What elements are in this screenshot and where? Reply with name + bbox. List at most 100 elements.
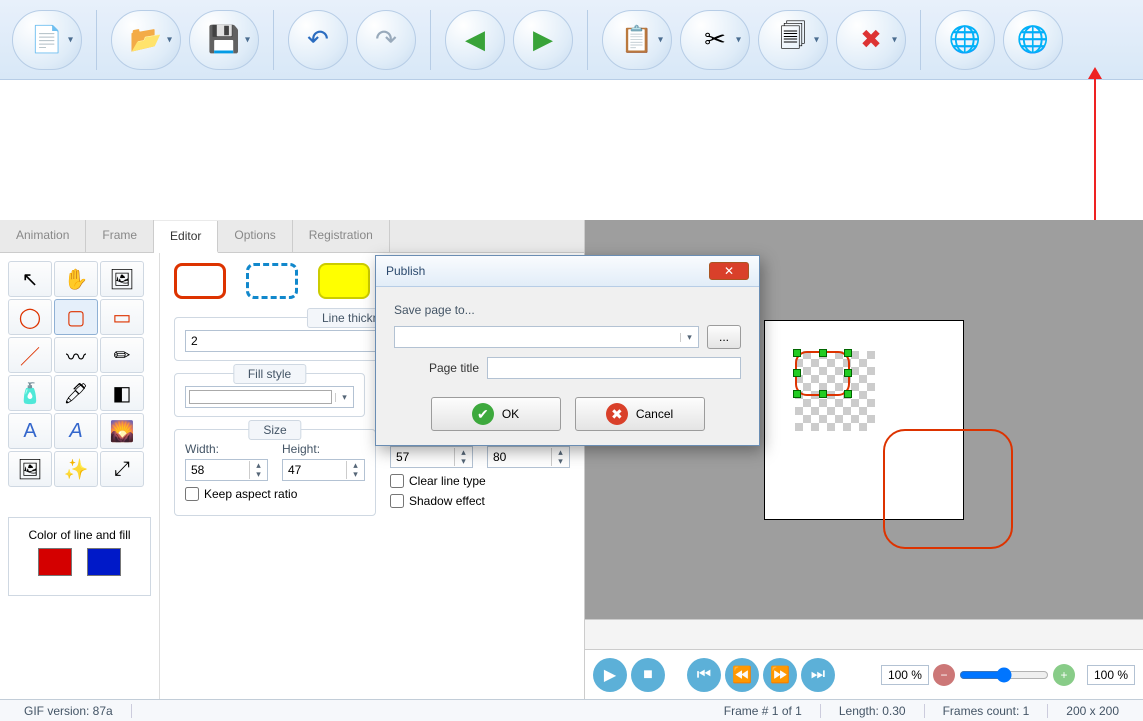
curve-tool[interactable]: 〰 xyxy=(54,337,98,373)
effects-tool[interactable]: ✨ xyxy=(54,451,98,487)
crop-tool[interactable]: ⤢ xyxy=(100,451,144,487)
line-color-swatch[interactable] xyxy=(38,548,72,576)
fill-color-swatch[interactable] xyxy=(87,548,121,576)
zoom-slider[interactable] xyxy=(959,667,1049,683)
spinner-icon[interactable]: ▴▾ xyxy=(454,448,472,466)
fill-style-select[interactable]: ▾ xyxy=(185,386,354,408)
new-file-icon: 📄 xyxy=(31,24,63,55)
ellipse-outline-tool[interactable]: ◯ xyxy=(8,299,52,335)
drawn-shape[interactable] xyxy=(883,429,1013,549)
resize-handle[interactable] xyxy=(819,390,827,398)
pen-tool[interactable]: 🖊 xyxy=(54,375,98,411)
tab-options[interactable]: Options xyxy=(218,220,292,252)
cut-icon: ✂ xyxy=(704,24,726,55)
rect-outline-tool[interactable]: ▭ xyxy=(100,299,144,335)
tab-animation[interactable]: Animation xyxy=(0,220,86,252)
check-icon: ✔ xyxy=(472,403,494,425)
save-file-button[interactable]: 💾▾ xyxy=(189,10,259,70)
forward-button[interactable]: ▶ xyxy=(513,10,573,70)
play-button[interactable]: ▶ xyxy=(593,658,627,692)
cancel-icon: ✖ xyxy=(606,403,628,425)
height-input[interactable]: ▴▾ xyxy=(282,459,365,481)
line-tool[interactable]: ／ xyxy=(8,337,52,373)
dialog-title: Publish xyxy=(386,264,425,278)
next-frame-button[interactable]: ⏩ xyxy=(763,658,797,692)
paste-icon: 📋 xyxy=(621,24,653,55)
zoom-in-button[interactable]: + xyxy=(1053,664,1075,686)
width-input[interactable]: ▴▾ xyxy=(185,459,268,481)
status-dimensions: 200 x 200 xyxy=(1048,704,1137,718)
save-to-label: Save page to... xyxy=(394,303,741,317)
resize-handle[interactable] xyxy=(819,349,827,357)
zoom-out-button[interactable]: − xyxy=(933,664,955,686)
spinner-icon[interactable]: ▴▾ xyxy=(551,448,569,466)
resize-handle[interactable] xyxy=(844,349,852,357)
redo-button[interactable]: ↷ xyxy=(356,10,416,70)
image-tool[interactable]: 🖼 xyxy=(100,261,144,297)
close-icon: ✕ xyxy=(724,264,734,278)
spinner-icon[interactable]: ▴▾ xyxy=(346,461,364,479)
posy-input[interactable]: ▴▾ xyxy=(487,446,570,468)
posx-input[interactable]: ▴▾ xyxy=(390,446,473,468)
color-panel-label: Color of line and fill xyxy=(19,528,140,542)
playback-controls: ▶ ■ ⏮ ⏪ ⏩ ⏭ 100 % − + 100 % xyxy=(585,649,1143,699)
pencil-tool[interactable]: ✏ xyxy=(100,337,144,373)
page-title-input[interactable] xyxy=(487,357,741,379)
clear-line-checkbox[interactable]: Clear line type xyxy=(390,474,570,488)
shape-filled-preview[interactable] xyxy=(318,263,370,299)
browse-button[interactable]: ... xyxy=(707,325,741,349)
fill-tool[interactable]: 🧴 xyxy=(8,375,52,411)
add-image-tool[interactable]: 🖼 xyxy=(8,451,52,487)
canvas-frame[interactable] xyxy=(764,320,964,520)
resize-handle[interactable] xyxy=(793,390,801,398)
open-file-button[interactable]: 📂▾ xyxy=(111,10,181,70)
rounded-rect-tool[interactable]: ▢ xyxy=(54,299,98,335)
select-tool[interactable]: ↖ xyxy=(8,261,52,297)
copy-button[interactable]: 🗐▾ xyxy=(758,10,828,70)
back-button[interactable]: ◀ xyxy=(445,10,505,70)
shape-dashed-preview[interactable] xyxy=(246,263,298,299)
delete-button[interactable]: ✖▾ xyxy=(836,10,906,70)
save-path-select[interactable]: ▾ xyxy=(394,326,699,348)
ok-button[interactable]: ✔ OK xyxy=(431,397,561,431)
first-frame-button[interactable]: ⏮ xyxy=(687,658,721,692)
width-label: Width: xyxy=(185,442,268,456)
tab-editor[interactable]: Editor xyxy=(154,221,218,253)
styled-text-tool[interactable]: A xyxy=(54,413,98,449)
undo-button[interactable]: ↶ xyxy=(288,10,348,70)
resize-handle[interactable] xyxy=(844,369,852,377)
dialog-close-button[interactable]: ✕ xyxy=(709,262,749,280)
separator xyxy=(587,10,588,70)
keep-ratio-checkbox[interactable]: Keep aspect ratio xyxy=(185,487,365,501)
dialog-titlebar[interactable]: Publish ✕ xyxy=(376,256,759,287)
pan-tool[interactable]: ✋ xyxy=(54,261,98,297)
new-file-button[interactable]: 📄▾ xyxy=(12,10,82,70)
text-box-tool[interactable]: A xyxy=(8,413,52,449)
chevron-down-icon: ▾ xyxy=(245,34,250,45)
scenery-tool[interactable]: 🌄 xyxy=(100,413,144,449)
preview-web-button[interactable]: 🌐 xyxy=(935,10,995,70)
tab-registration[interactable]: Registration xyxy=(293,220,390,252)
separator xyxy=(920,10,921,70)
publish-web-button[interactable]: 🌐 xyxy=(1003,10,1063,70)
timeline[interactable] xyxy=(585,619,1143,649)
cut-button[interactable]: ✂▾ xyxy=(680,10,750,70)
stop-button[interactable]: ■ xyxy=(631,658,665,692)
resize-handle[interactable] xyxy=(793,369,801,377)
spinner-icon[interactable]: ▴▾ xyxy=(249,461,267,479)
resize-handle[interactable] xyxy=(793,349,801,357)
cancel-button[interactable]: ✖ Cancel xyxy=(575,397,705,431)
paste-button[interactable]: 📋▾ xyxy=(602,10,672,70)
resize-handle[interactable] xyxy=(844,390,852,398)
status-length: Length: 0.30 xyxy=(821,704,925,718)
eraser-tool[interactable]: ◧ xyxy=(100,375,144,411)
last-frame-button[interactable]: ⏭ xyxy=(801,658,835,692)
page-title-label: Page title xyxy=(394,361,479,375)
chevron-down-icon: ▾ xyxy=(68,34,73,45)
shadow-checkbox[interactable]: Shadow effect xyxy=(390,494,570,508)
tab-frame[interactable]: Frame xyxy=(86,220,154,252)
shape-outline-preview[interactable] xyxy=(174,263,226,299)
selected-shape[interactable] xyxy=(795,351,850,396)
prev-frame-button[interactable]: ⏪ xyxy=(725,658,759,692)
fill-style-legend: Fill style xyxy=(233,364,306,384)
